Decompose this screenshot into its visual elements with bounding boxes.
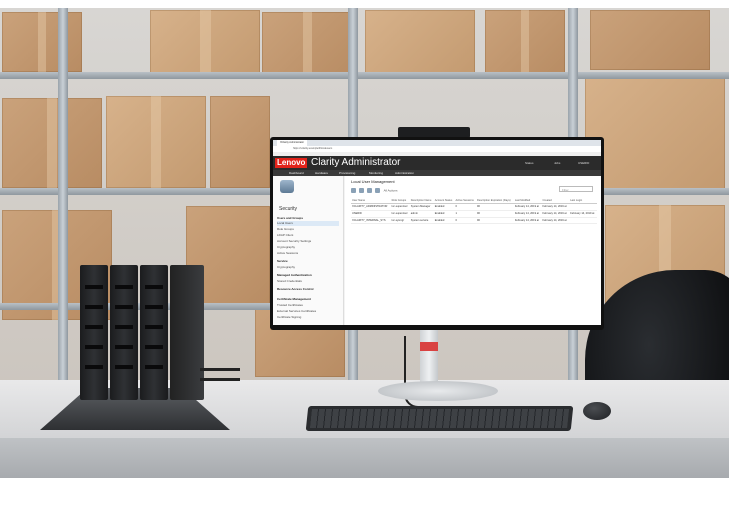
sidebar-heading: Certificate Management	[277, 297, 311, 301]
table-cell: February 14, 2019 at	[541, 203, 570, 211]
users-table: User Name Role Groups Description Name Acco…	[351, 198, 597, 225]
sidebar-item-external-certificates[interactable]: External Services Certificates	[277, 309, 339, 314]
table-cell: System Manager	[409, 203, 434, 211]
security-sidebar: Security Users and Groups Local Users Ro…	[273, 176, 344, 325]
sidebar-item-ldap-client[interactable]: LDAP Client	[277, 233, 339, 238]
table-row[interactable]: XCLARITY_ADMINISTRATOR lxc-supervisor Syst…	[351, 203, 597, 211]
sidebar-item-certificate-signing[interactable]: Certificate Signing	[277, 315, 339, 320]
sidebar-item-trusted-certificates[interactable]: Trusted Certificates	[277, 303, 339, 308]
table-cell: February 14, 2019 at	[513, 217, 542, 225]
shelf-beam	[0, 72, 729, 79]
table-row[interactable]: USERID lxc-supervisor admin Enabled 1 90 Febru…	[351, 210, 597, 218]
server-cable	[200, 378, 240, 381]
table-row[interactable]: XCLARITY_INTERNAL_SYS lxc-sysmgr System se…	[351, 217, 597, 225]
sidebar-item-service-cryptography[interactable]: Cryptography	[277, 265, 339, 270]
sidebar-item-stored-credentials[interactable]: Stored Credentials	[277, 279, 339, 284]
filter-input[interactable]: Filter	[559, 186, 593, 192]
sidebar-heading: Service	[277, 259, 288, 263]
keyboard	[305, 406, 574, 431]
cardboard-box	[150, 10, 260, 78]
status-menu[interactable]: Status	[525, 159, 534, 167]
cardboard-box	[585, 72, 725, 190]
table-cell: lxc-supervisor	[390, 203, 410, 211]
cardboard-box	[2, 12, 82, 72]
desk-edge	[0, 438, 729, 478]
page-title: Local User Management	[351, 179, 395, 184]
table-cell: 1	[454, 210, 477, 218]
table-cell: 0	[454, 203, 477, 211]
sidebar-title: Security	[279, 206, 298, 212]
app-title-bar: Lenovo Clarity Administrator Status Jobs…	[273, 156, 601, 170]
table-cell: February 14, 2019 at	[541, 217, 570, 225]
jobs-menu[interactable]: Jobs	[554, 159, 560, 167]
main-panel: Local User Management All Actions Filter…	[345, 176, 601, 325]
add-user-icon[interactable]	[351, 188, 356, 193]
sidebar-item-account-security[interactable]: Account Security Settings	[277, 239, 339, 244]
table-cell: 90	[476, 210, 514, 218]
app-title: Clarity Administrator	[311, 157, 401, 168]
cardboard-box	[485, 10, 565, 76]
table-cell: February 14, 2019 at	[513, 203, 542, 211]
edge-server	[140, 265, 168, 400]
sidebar-item-active-sessions[interactable]: Active Sessions	[277, 251, 339, 256]
table-cell: XCLARITY_INTERNAL_SYS	[351, 217, 391, 225]
server-cable	[200, 368, 240, 371]
shield-icon	[280, 180, 294, 193]
user-menu[interactable]: USERID	[578, 159, 589, 167]
cardboard-box	[590, 10, 710, 70]
table-toolbar: All Actions	[351, 188, 398, 193]
monitor-neck-band	[420, 342, 438, 351]
cardboard-box	[365, 10, 475, 76]
edge-server-chassis	[170, 265, 204, 400]
table-cell	[569, 217, 597, 225]
table-cell: Enabled	[433, 217, 455, 225]
table-cell: 90	[476, 217, 514, 225]
floor	[0, 478, 729, 518]
edge-server	[110, 265, 138, 400]
table-cell: February 14, 2019 at	[541, 210, 570, 218]
table-cell: XCLARITY_ADMINISTRATOR	[351, 203, 391, 211]
table-cell: admin	[409, 210, 434, 218]
shelf-post	[58, 8, 68, 398]
table-cell: February 14, 2019 at	[513, 210, 542, 218]
table-cell: 90	[476, 203, 514, 211]
table-cell: USERID	[351, 210, 391, 218]
table-cell: Enabled	[433, 203, 455, 211]
refresh-icon[interactable]	[375, 188, 380, 193]
monitor-screen: XClarity Administrator https://xclarity.…	[273, 140, 601, 325]
cardboard-box	[262, 12, 352, 78]
edit-user-icon[interactable]	[359, 188, 364, 193]
mouse	[583, 402, 611, 420]
monitor: XClarity Administrator https://xclarity.…	[270, 137, 604, 330]
table-cell: System service	[409, 217, 434, 225]
sidebar-item-cryptography[interactable]: Cryptography	[277, 245, 339, 250]
table-cell	[569, 203, 597, 211]
sidebar-heading: Managed Authentication	[277, 273, 312, 277]
sidebar-item-role-groups[interactable]: Role Groups	[277, 227, 339, 232]
table-cell: lxc-sysmgr	[390, 217, 410, 225]
all-actions-menu[interactable]: All Actions	[384, 188, 398, 192]
sidebar-item-local-users[interactable]: Local Users	[277, 221, 339, 226]
lenovo-logo: Lenovo	[275, 158, 308, 168]
edge-server	[80, 265, 108, 400]
cardboard-box	[2, 98, 102, 188]
table-cell: 0	[454, 217, 477, 225]
table-cell: February 14, 2019 at	[569, 210, 597, 218]
table-cell: lxc-supervisor	[390, 210, 410, 218]
cardboard-box	[106, 96, 206, 188]
photo-scene: XClarity Administrator https://xclarity.…	[0, 0, 729, 518]
monitor-base	[378, 381, 498, 401]
sidebar-heading: Resource Access Control	[277, 287, 314, 291]
cardboard-box	[210, 96, 270, 188]
monitor-neck	[420, 330, 438, 388]
table-cell: Enabled	[433, 210, 455, 218]
delete-user-icon[interactable]	[367, 188, 372, 193]
